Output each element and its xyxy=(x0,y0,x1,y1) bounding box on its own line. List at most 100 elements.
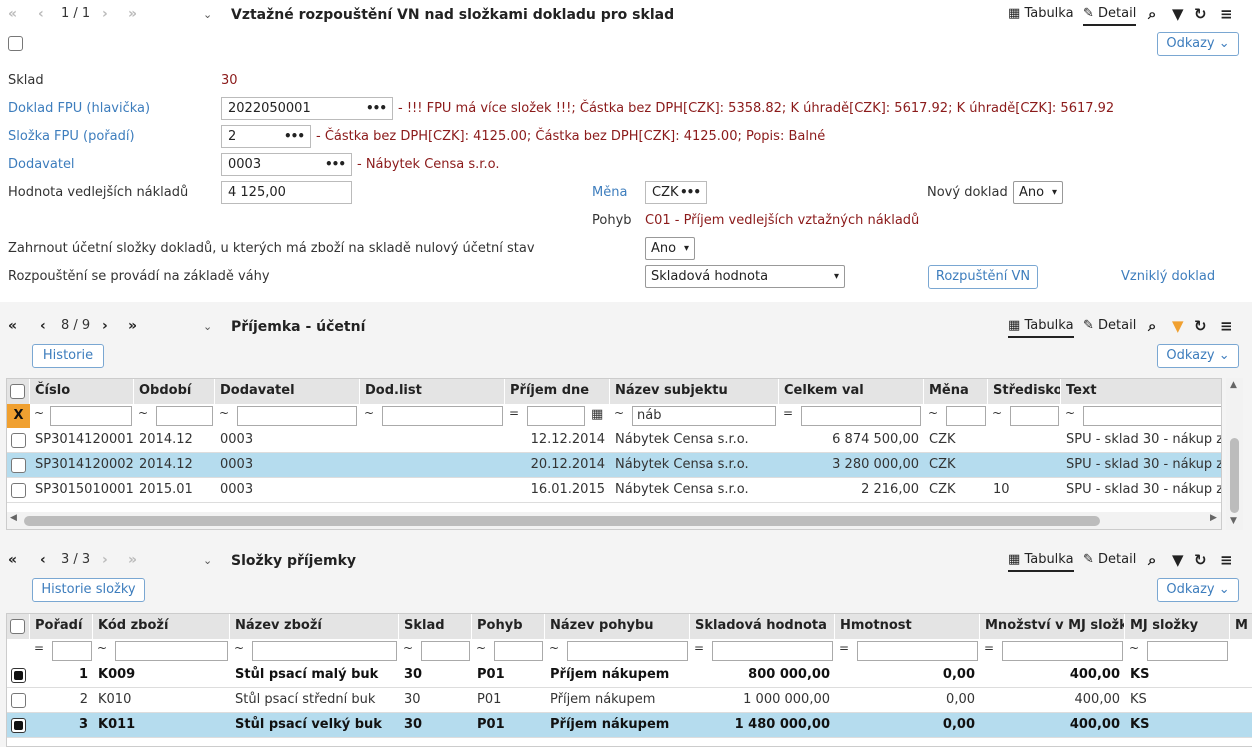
header-select[interactable] xyxy=(7,379,30,404)
filter-operator[interactable]: = xyxy=(694,641,704,655)
chevron-down-icon[interactable]: ⌄ xyxy=(203,5,212,25)
header-select[interactable] xyxy=(7,614,30,639)
column-header[interactable]: Příjem dne xyxy=(505,379,610,404)
scroll-left-icon[interactable]: ◀ xyxy=(10,513,17,523)
filter-input[interactable] xyxy=(1002,641,1123,661)
column-header[interactable]: Množství v MJ složky xyxy=(980,614,1125,639)
last-page-icon[interactable]: » xyxy=(128,550,137,570)
last-page-icon[interactable]: » xyxy=(128,316,137,336)
search-icon[interactable]: ⌕ xyxy=(1148,550,1156,570)
filter-operator[interactable]: ~ xyxy=(614,406,624,420)
column-header[interactable]: Dodavatel xyxy=(215,379,360,404)
filter-input[interactable] xyxy=(527,406,585,426)
next-page-icon[interactable]: › xyxy=(102,550,108,570)
column-header[interactable]: MJ složky xyxy=(1125,614,1230,639)
filter-input[interactable] xyxy=(421,641,470,661)
column-header[interactable]: Název pohybu xyxy=(545,614,690,639)
refresh-icon[interactable]: ↻ xyxy=(1194,4,1207,24)
historie-button[interactable]: Historie xyxy=(32,344,104,368)
filter-operator[interactable]: ~ xyxy=(234,641,244,655)
row-checkbox[interactable] xyxy=(11,718,26,733)
filter-operator[interactable]: ~ xyxy=(928,406,938,420)
filter-operator[interactable]: ~ xyxy=(1065,406,1075,420)
filter-input[interactable] xyxy=(857,641,978,661)
scrollbar-thumb[interactable] xyxy=(1230,438,1239,513)
filter-input[interactable] xyxy=(1083,406,1221,426)
filter-input[interactable] xyxy=(115,641,228,661)
prev-page-icon[interactable]: ‹ xyxy=(38,4,44,24)
last-page-icon[interactable]: » xyxy=(128,4,137,24)
filter-operator[interactable]: ~ xyxy=(34,406,44,420)
tab-detail[interactable]: ✎ Detail xyxy=(1083,550,1136,570)
menu-icon[interactable]: ≡ xyxy=(1220,316,1233,336)
row-checkbox[interactable] xyxy=(11,668,26,683)
filter-operator[interactable]: ~ xyxy=(992,406,1002,420)
column-header[interactable]: Skladová hodnota xyxy=(690,614,835,639)
column-header[interactable]: Pořadí xyxy=(30,614,93,639)
filter-input[interactable] xyxy=(237,406,357,426)
search-icon[interactable]: ⌕ xyxy=(1148,316,1156,336)
odkazy-button[interactable]: Odkazy ⌄ xyxy=(1157,32,1239,56)
rozpousteni-button[interactable]: Rozpuštění VN xyxy=(928,265,1038,289)
row-checkbox[interactable] xyxy=(11,433,26,448)
refresh-icon[interactable]: ↻ xyxy=(1194,550,1207,570)
column-header[interactable]: Středisko D xyxy=(988,379,1061,404)
tab-detail[interactable]: ✎ Detail xyxy=(1083,316,1136,336)
table-row[interactable]: SP3014120002 2014.12 0003 20.12.2014 Nábytek… xyxy=(7,453,1221,478)
zahrnout-select[interactable]: Ano ▾ xyxy=(645,237,695,260)
filter-input[interactable] xyxy=(156,406,213,426)
clear-filter-button[interactable]: X xyxy=(7,404,30,428)
filter-input[interactable] xyxy=(801,406,921,426)
filter-operator[interactable]: ~ xyxy=(476,641,486,655)
doklad-link[interactable]: Doklad FPU (hlavička) xyxy=(8,100,150,118)
slozka-input[interactable]: 2 ••• xyxy=(221,125,311,148)
next-page-icon[interactable]: › xyxy=(102,316,108,336)
filter-input[interactable] xyxy=(50,406,132,426)
scroll-up-icon[interactable]: ▲ xyxy=(1230,380,1237,390)
filter-icon[interactable]: ▼ xyxy=(1172,4,1184,24)
column-header[interactable]: Kód zboží xyxy=(93,614,230,639)
vertical-scrollbar[interactable]: ▲ ▼ xyxy=(1226,378,1243,530)
column-header[interactable]: Měna xyxy=(924,379,988,404)
filter-operator[interactable]: ~ xyxy=(403,641,413,655)
filter-operator[interactable]: ~ xyxy=(364,406,374,420)
column-header[interactable]: Název zboží xyxy=(230,614,399,639)
vznikly-doklad-link[interactable]: Vzniklý doklad xyxy=(1121,268,1215,286)
filter-operator[interactable]: = xyxy=(839,641,849,655)
odkazy-button[interactable]: Odkazy ⌄ xyxy=(1157,578,1239,602)
filter-input[interactable] xyxy=(946,406,986,426)
doklad-input[interactable]: 2022050001 ••• xyxy=(221,97,393,120)
table-row[interactable]: 3 K011 Stůl psací velký buk 30 P01 Příjem nák… xyxy=(7,713,1252,738)
tab-table[interactable]: ▦ Tabulka xyxy=(1008,550,1074,572)
prev-page-icon[interactable]: ‹ xyxy=(40,316,46,336)
chevron-down-icon[interactable]: ⌄ xyxy=(203,317,212,337)
rozpousteni-select[interactable]: Skladová hodnota ▾ xyxy=(645,265,845,288)
column-header[interactable]: Název subjektu xyxy=(610,379,779,404)
column-header[interactable]: Dod.list xyxy=(360,379,505,404)
filter-input[interactable]: náb xyxy=(632,406,776,426)
column-header[interactable]: Pohyb xyxy=(472,614,545,639)
row-checkbox[interactable] xyxy=(11,458,26,473)
filter-operator[interactable]: ~ xyxy=(97,641,107,655)
table-row[interactable]: 1 K009 Stůl psací malý buk 30 P01 Příjem náku… xyxy=(7,663,1252,688)
filter-operator[interactable]: = xyxy=(509,406,519,420)
first-page-icon[interactable]: « xyxy=(8,316,17,336)
filter-operator[interactable]: ~ xyxy=(138,406,148,420)
row-checkbox[interactable] xyxy=(11,693,26,708)
dodavatel-link[interactable]: Dodavatel xyxy=(8,156,75,174)
filter-input[interactable] xyxy=(1010,406,1059,426)
historie-slozky-button[interactable]: Historie složky xyxy=(32,578,145,602)
next-page-icon[interactable]: › xyxy=(102,4,108,24)
refresh-icon[interactable]: ↻ xyxy=(1194,316,1207,336)
slozka-link[interactable]: Složka FPU (pořadí) xyxy=(8,128,135,146)
filter-input[interactable] xyxy=(1147,641,1228,661)
mena-input[interactable]: CZK ••• xyxy=(645,181,707,204)
filter-operator[interactable]: = xyxy=(984,641,994,655)
tab-detail[interactable]: ✎ Detail xyxy=(1083,4,1137,26)
table-row[interactable]: 2 K010 Stůl psací střední buk 30 P01 Příjem n… xyxy=(7,688,1252,713)
column-header[interactable]: Číslo xyxy=(30,379,134,404)
hodnota-input[interactable]: 4 125,00 xyxy=(221,181,352,204)
filter-operator[interactable]: ~ xyxy=(1129,641,1139,655)
column-header[interactable]: Hmotnost xyxy=(835,614,980,639)
filter-input[interactable] xyxy=(52,641,92,661)
